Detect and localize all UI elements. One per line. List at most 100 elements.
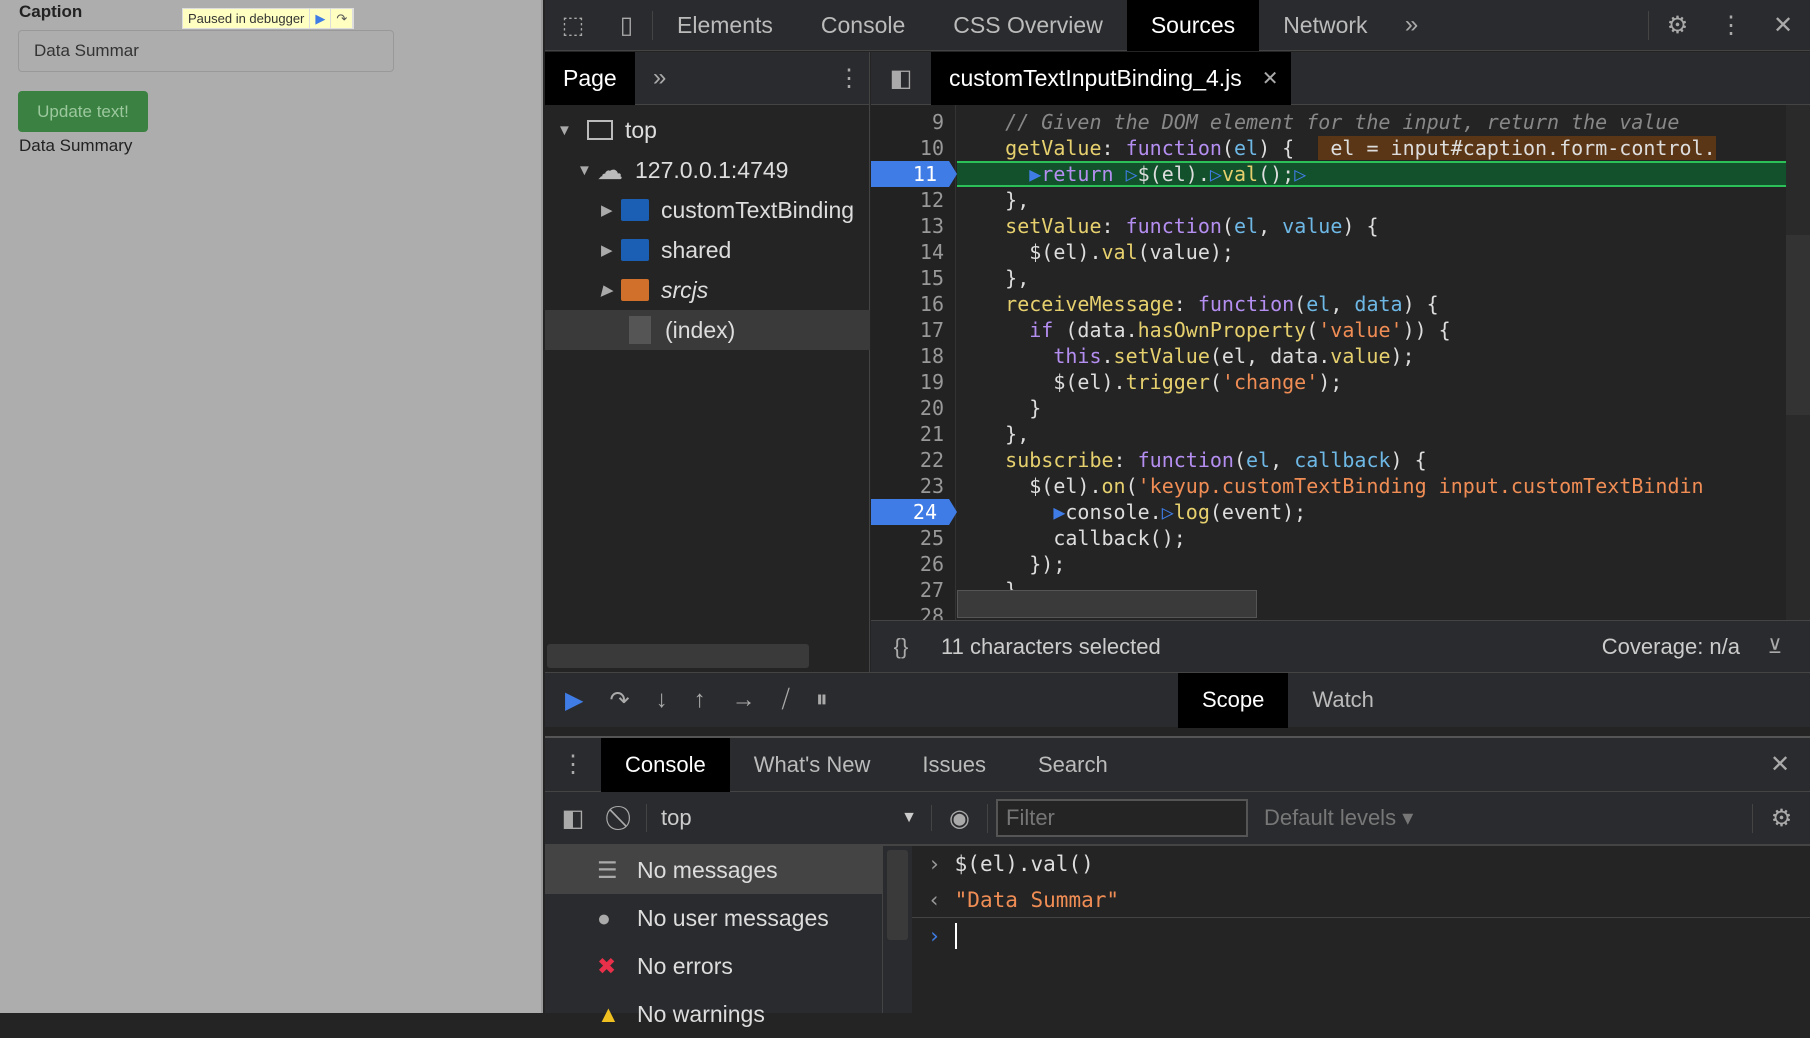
code-line[interactable]: getValue: function(el) { el = input#capt… bbox=[957, 135, 1786, 161]
tree-item-top[interactable]: ▼ top bbox=[545, 110, 870, 150]
log-levels-select[interactable]: Default levels ▾ bbox=[1264, 805, 1413, 831]
tab-console[interactable]: Console bbox=[797, 0, 929, 51]
tab-watch[interactable]: Watch bbox=[1288, 673, 1398, 728]
step-into-icon[interactable]: ↓ bbox=[656, 686, 668, 714]
code-line[interactable]: $(el).val(value); bbox=[957, 239, 1786, 265]
tree-item-srcjs[interactable]: ▶ srcjs bbox=[545, 270, 870, 310]
sidebar-scrollbar[interactable] bbox=[883, 846, 912, 1013]
line-number[interactable]: 12 bbox=[871, 187, 956, 213]
drawer-tab-issues[interactable]: Issues bbox=[894, 738, 1014, 792]
breakpoint-marker-icon[interactable]: ▷ bbox=[1162, 500, 1174, 524]
filter-errors[interactable]: ✖ No errors bbox=[545, 942, 882, 990]
breakpoint-marker-icon[interactable]: ▶ bbox=[1053, 500, 1065, 524]
caption-input[interactable]: Data Summar bbox=[18, 30, 394, 72]
eye-icon[interactable]: ◉ bbox=[932, 803, 988, 833]
step-over-icon[interactable]: ↷ bbox=[331, 9, 354, 28]
toggle-sidebar-icon[interactable]: ◧ bbox=[545, 804, 601, 833]
line-number[interactable]: 26 bbox=[871, 551, 956, 577]
toggle-navigator-icon[interactable]: ◧ bbox=[871, 64, 931, 93]
update-text-button[interactable]: Update text! bbox=[18, 91, 148, 132]
breakpoint-marker-icon[interactable]: ▷ bbox=[1126, 163, 1138, 185]
filter-warnings[interactable]: ▲ No warnings bbox=[545, 990, 882, 1038]
coverage-toggle-icon[interactable]: ⊻ bbox=[1740, 634, 1810, 659]
line-number[interactable]: 18 bbox=[871, 343, 956, 369]
step-over-icon[interactable]: ↷ bbox=[609, 686, 629, 715]
breakpoint-marker-icon[interactable]: ▷ bbox=[1210, 163, 1222, 185]
code-line[interactable]: callback(); bbox=[957, 525, 1786, 551]
code-line[interactable]: subscribe: function(el, callback) { bbox=[957, 447, 1786, 473]
horizontal-scrollbar[interactable] bbox=[957, 590, 1257, 618]
tab-sources[interactable]: Sources bbox=[1126, 0, 1260, 51]
gear-icon[interactable]: ⚙ bbox=[1648, 10, 1706, 40]
tab-elements[interactable]: Elements bbox=[653, 0, 797, 51]
line-number[interactable]: 24 bbox=[871, 499, 957, 525]
filter-all-messages[interactable]: ☰ No messages bbox=[545, 846, 882, 894]
line-number[interactable]: 21 bbox=[871, 421, 956, 447]
line-number[interactable]: 19 bbox=[871, 369, 956, 395]
line-number[interactable]: 10 bbox=[871, 135, 956, 161]
tab-network[interactable]: Network bbox=[1259, 0, 1391, 51]
inspect-element-icon[interactable]: ⬚ bbox=[545, 11, 601, 40]
tab-page[interactable]: Page bbox=[545, 51, 635, 105]
filter-user-messages[interactable]: ● No user messages bbox=[545, 894, 882, 942]
line-number[interactable]: 20 bbox=[871, 395, 956, 421]
kebab-menu-icon[interactable]: ⋮ bbox=[829, 64, 869, 93]
breakpoint-marker-icon[interactable]: ▷ bbox=[1294, 163, 1306, 185]
code-line[interactable]: }, bbox=[957, 265, 1786, 291]
clear-console-icon[interactable]: ⃠ bbox=[601, 804, 647, 832]
context-select[interactable]: top ▼ bbox=[647, 805, 932, 831]
line-gutter[interactable]: 9 10 11 12 13 14 15 16 17 18 19 20 21 22 23 24 25 26 27 28 bbox=[871, 105, 957, 628]
line-number[interactable]: 22 bbox=[871, 447, 956, 473]
console-settings-icon[interactable]: ⚙ bbox=[1752, 803, 1810, 833]
line-number[interactable]: 14 bbox=[871, 239, 956, 265]
drawer-tab-console[interactable]: Console bbox=[601, 737, 730, 792]
kebab-menu-icon[interactable]: ⋮ bbox=[1706, 11, 1756, 40]
close-drawer-icon[interactable]: ✕ bbox=[1750, 750, 1810, 779]
file-tab[interactable]: customTextInputBinding_4.js ✕ bbox=[931, 51, 1291, 105]
drawer-tab-search[interactable]: Search bbox=[1014, 738, 1132, 792]
line-number[interactable]: 9 bbox=[871, 109, 956, 135]
line-number[interactable]: 17 bbox=[871, 317, 956, 343]
line-number[interactable]: 15 bbox=[871, 265, 956, 291]
close-icon[interactable]: ✕ bbox=[1756, 11, 1810, 40]
tree-item-shared[interactable]: ▶ shared bbox=[545, 230, 870, 270]
resume-icon[interactable]: ▶ bbox=[565, 686, 583, 715]
more-tabs-icon[interactable]: » bbox=[635, 64, 685, 92]
tree-item-host[interactable]: ▼ ☁ 127.0.0.1:4749 bbox=[545, 150, 870, 190]
pause-on-exceptions-icon[interactable]: ⏸ bbox=[816, 686, 828, 714]
code-line[interactable]: }, bbox=[957, 421, 1786, 447]
step-out-icon[interactable]: ↑ bbox=[694, 686, 706, 714]
close-tab-icon[interactable]: ✕ bbox=[1262, 66, 1279, 91]
line-number[interactable]: 23 bbox=[871, 473, 956, 499]
tree-item-customtextbinding[interactable]: ▶ customTextBinding bbox=[545, 190, 870, 230]
tab-css-overview[interactable]: CSS Overview bbox=[929, 0, 1127, 51]
code-line[interactable]: $(el).trigger('change'); bbox=[957, 369, 1786, 395]
tree-item-index[interactable]: (index) bbox=[545, 310, 870, 350]
step-icon[interactable]: → bbox=[732, 686, 756, 714]
code-line[interactable]: ▶console.▷log(event); bbox=[957, 499, 1786, 525]
code-line[interactable]: if (data.hasOwnProperty('value')) { bbox=[957, 317, 1786, 343]
more-tabs-icon[interactable]: » bbox=[1392, 11, 1432, 39]
breakpoint-marker-icon[interactable]: ▶ bbox=[1029, 163, 1041, 185]
filter-input[interactable] bbox=[996, 799, 1248, 837]
line-number[interactable]: 25 bbox=[871, 525, 956, 551]
line-number[interactable]: 11 bbox=[871, 161, 957, 187]
line-number[interactable]: 27 bbox=[871, 577, 956, 603]
console-prompt[interactable]: › bbox=[912, 918, 1810, 954]
code-line[interactable]: }); bbox=[957, 551, 1786, 577]
drawer-menu-icon[interactable]: ⋮ bbox=[545, 750, 601, 779]
pretty-print-icon[interactable]: {} bbox=[871, 634, 931, 660]
horizontal-scrollbar[interactable] bbox=[547, 644, 809, 668]
code-line[interactable]: ▶return ▷$(el).▷val();▷ bbox=[957, 161, 1786, 187]
code-line[interactable]: } bbox=[957, 395, 1786, 421]
code-line[interactable]: this.setValue(el, data.value); bbox=[957, 343, 1786, 369]
drawer-tab-whats-new[interactable]: What's New bbox=[730, 738, 895, 792]
code-line[interactable]: // Given the DOM element for the input, … bbox=[957, 109, 1786, 135]
code-line[interactable]: receiveMessage: function(el, data) { bbox=[957, 291, 1786, 317]
code-line[interactable]: }, bbox=[957, 187, 1786, 213]
device-toggle-icon[interactable]: ▯ bbox=[601, 10, 653, 40]
line-number[interactable]: 16 bbox=[871, 291, 956, 317]
code-line[interactable]: setValue: function(el, value) { bbox=[957, 213, 1786, 239]
resume-icon[interactable]: ▶ bbox=[310, 9, 332, 28]
deactivate-breakpoints-icon[interactable]: ⧸ bbox=[782, 686, 790, 714]
